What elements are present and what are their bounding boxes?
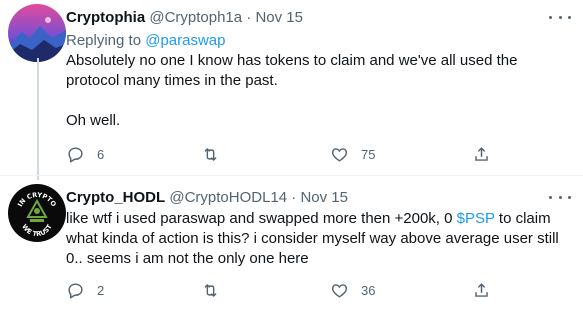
display-name[interactable]: Cryptophia xyxy=(66,9,145,26)
separator-dot: · xyxy=(291,189,297,206)
user-handle[interactable]: @Cryptoph1a xyxy=(149,9,242,26)
share-icon xyxy=(475,147,488,161)
retweet-button[interactable] xyxy=(201,145,232,164)
like-icon xyxy=(331,284,348,298)
tweet-cryptophia[interactable]: Cryptophia @Cryptoph1a · Nov 15 Replying… xyxy=(0,0,583,180)
reply-icon xyxy=(68,147,83,163)
replying-to-link[interactable]: @paraswap xyxy=(145,32,225,49)
more-icon[interactable] xyxy=(549,10,571,24)
like-count: 36 xyxy=(361,283,376,298)
tweet-crypto-hodl[interactable]: IN CRYPTO WE TRUST Crypto_HODL @CryptoHO… xyxy=(0,176,583,309)
tweet-text: Absolutely no one I know has tokens to c… xyxy=(66,51,571,131)
tweet-date[interactable]: Nov 15 xyxy=(300,189,348,206)
more-icon[interactable] xyxy=(549,190,571,204)
tweet-paragraph: Oh well. xyxy=(66,112,121,129)
share-icon xyxy=(475,283,488,297)
cashtag-link[interactable]: $PSP xyxy=(457,210,495,227)
tweet-text-part: like wtf i used paraswap and swapped mor… xyxy=(66,210,457,227)
retweet-icon xyxy=(204,283,217,298)
reply-button[interactable]: 6 xyxy=(66,145,104,164)
reply-button[interactable]: 2 xyxy=(66,281,104,300)
reply-count: 2 xyxy=(97,283,105,298)
tweet-text: like wtf i used paraswap and swapped mor… xyxy=(66,209,571,269)
share-button[interactable] xyxy=(472,145,491,164)
thread-connector-line xyxy=(37,58,39,180)
user-handle[interactable]: @CryptoHODL14 xyxy=(169,189,287,206)
retweet-button[interactable] xyxy=(201,281,232,300)
like-count: 75 xyxy=(361,147,376,162)
avatar-in-crypto-we-trust-image: IN CRYPTO WE TRUST xyxy=(8,184,66,242)
tweet-actions: 6 75 xyxy=(66,145,516,165)
display-name[interactable]: Crypto_HODL xyxy=(66,189,165,206)
like-button[interactable]: 75 xyxy=(330,145,375,164)
avatar[interactable] xyxy=(8,4,66,62)
tweet-actions: 2 36 xyxy=(66,281,516,301)
tweet-header: Crypto_HODL @CryptoHODL14 · Nov 15 xyxy=(66,188,348,208)
replying-to-label: Replying to xyxy=(66,32,146,49)
avatar[interactable]: IN CRYPTO WE TRUST xyxy=(8,184,66,242)
like-icon xyxy=(331,148,348,162)
avatar-landscape-image xyxy=(8,4,66,62)
tweet-header: Cryptophia @Cryptoph1a · Nov 15 xyxy=(66,8,303,28)
like-button[interactable]: 36 xyxy=(330,281,375,300)
tweet-paragraph: Absolutely no one I know has tokens to c… xyxy=(66,52,518,89)
share-button[interactable] xyxy=(472,281,491,300)
separator-dot: · xyxy=(246,9,252,26)
replying-to-line: Replying to @paraswap xyxy=(66,31,226,51)
reply-icon xyxy=(68,283,83,299)
retweet-icon xyxy=(204,147,217,162)
reply-count: 6 xyxy=(97,147,105,162)
tweet-date[interactable]: Nov 15 xyxy=(255,9,303,26)
